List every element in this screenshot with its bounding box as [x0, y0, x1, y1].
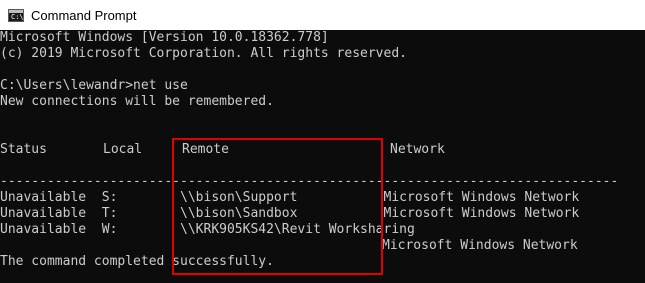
- separator-line: ----------------------------------------…: [0, 174, 619, 189]
- connection-row-t: Unavailable T: \\bison\Sandbox Microsoft…: [0, 206, 580, 221]
- status-line: The command completed successfully.: [0, 254, 274, 269]
- header-remote: Remote: [182, 142, 229, 157]
- header-local: Local: [103, 142, 143, 157]
- window-title: Command Prompt: [31, 7, 137, 23]
- command-prompt-icon: C:\: [8, 8, 24, 22]
- connection-row-w-network: Microsoft Windows Network: [382, 238, 578, 253]
- connection-row-w: Unavailable W: \\KRK905KS42\Revit Worksh…: [0, 222, 415, 237]
- title-bar[interactable]: C:\ Command Prompt: [0, 0, 645, 30]
- header-status: Status: [0, 142, 47, 157]
- console-output[interactable]: Microsoft Windows [Version 10.0.18362.77…: [0, 30, 645, 283]
- header-network: Network: [390, 142, 445, 157]
- command-line: C:\Users\lewandr>net use: [0, 78, 188, 93]
- info-line: New connections will be remembered.: [0, 94, 274, 109]
- connection-row-s: Unavailable S: \\bison\Support Microsoft…: [0, 190, 580, 205]
- copyright-line: (c) 2019 Microsoft Corporation. All righ…: [0, 46, 407, 61]
- version-line: Microsoft Windows [Version 10.0.18362.77…: [0, 30, 329, 45]
